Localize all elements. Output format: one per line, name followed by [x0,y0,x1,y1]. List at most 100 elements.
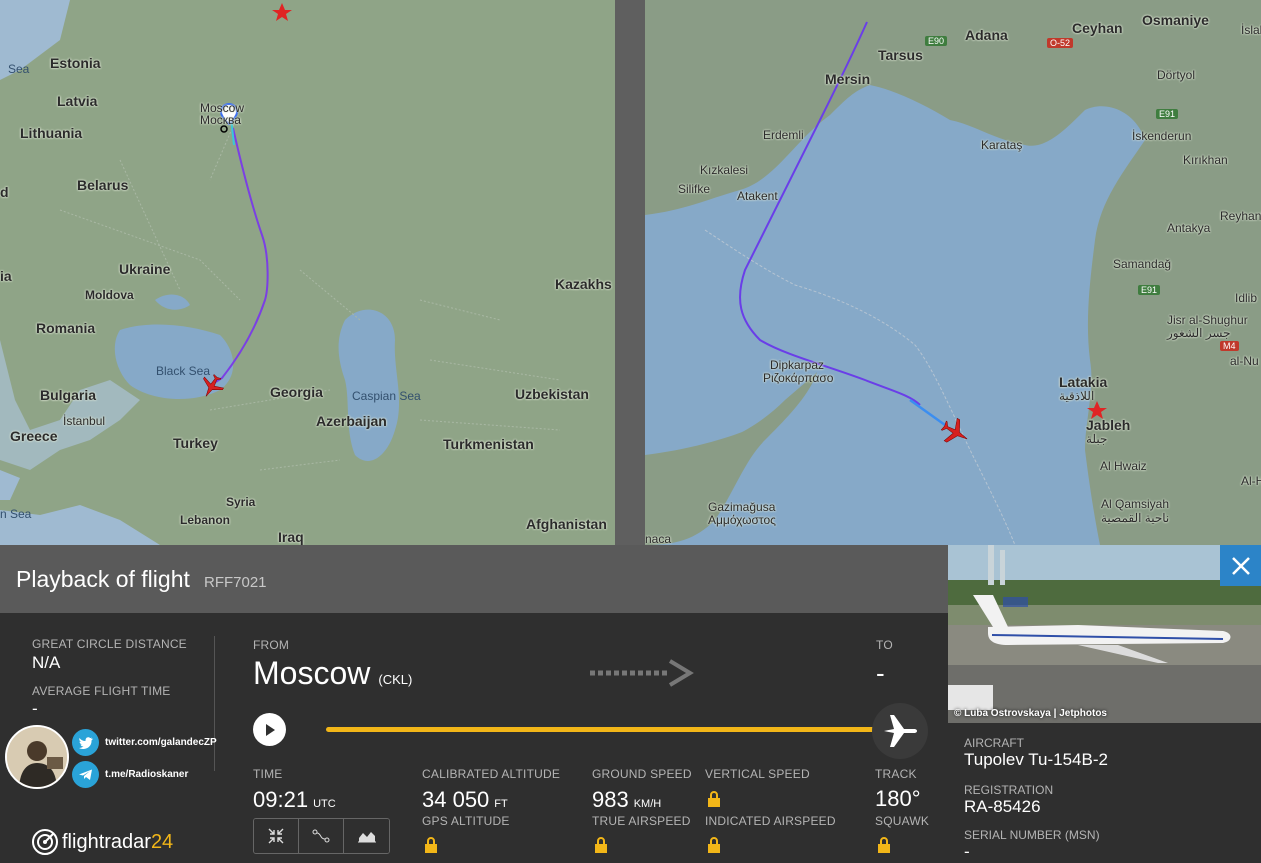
brand-number: 24 [150,830,174,853]
play-button[interactable] [253,713,286,746]
play-icon [265,723,275,736]
graph-icon [357,832,376,843]
time-number: 09:21 [253,787,309,812]
time-label: TIME [253,767,283,781]
map-overview-shapes [0,0,561,545]
map-label-latakia-ar: اللاذقية [1059,389,1095,403]
map-label-azerbaijan: Azerbaijan [316,413,387,429]
map-label-kazakhs: Kazakhs [555,276,612,292]
lock-icon [708,791,720,807]
map-label-jisr: Jisr al-Shughur [1167,313,1248,327]
twitter-link[interactable]: twitter.com/galandecZP [72,729,217,756]
ground-speed-unit: KM/H [633,798,662,810]
altitude-graph-button[interactable] [344,819,389,853]
map-label-ammochostos: Αμμόχωστος [708,513,776,527]
map-label-lithuania: Lithuania [20,125,83,141]
flightradar-logo[interactable]: flightradar 24 [32,829,173,855]
photo-credit: © Luba Ostrovskaya | Jetphotos [954,708,1107,719]
track-label: TRACK [875,767,917,781]
lock-icon [425,837,437,853]
map-label-edge-ia: ia [0,268,12,284]
to-label: TO [876,638,893,652]
map-label-jableh-ar: جبلة [1086,432,1108,446]
aircraft-photo[interactable]: © Luba Ostrovskaya | Jetphotos [948,545,1261,723]
time-value: 09:21 UTC [253,787,336,813]
cal-alt-number: 34 050 [422,787,490,812]
map-label-sea-bottom: n Sea [0,507,32,521]
compress-icon [268,828,284,844]
map-label-georgia: Georgia [270,384,323,400]
map-label-latakia: Latakia [1059,374,1108,390]
indicated-airspeed-label: INDICATED AIRSPEED [705,814,836,828]
ground-speed-number: 983 [592,787,629,812]
road-e90: E90 [925,36,948,46]
map-label-edge-d: d [0,184,9,200]
lock-icon [878,837,890,853]
twitter-icon [72,729,99,756]
map-label-iskenderun: İskenderun [1132,129,1192,143]
map-label-ukraine: Ukraine [119,261,171,277]
route-arrow-icon [590,659,694,687]
aircraft-value: Tupolev Tu-154B-2 [964,750,1108,769]
map-label-bulgaria: Bulgaria [40,387,97,403]
route-button[interactable] [299,819,344,853]
map-label-dortyol: Dörtyol [1157,68,1196,82]
map-label-syria: Syria [226,495,256,509]
twitter-handle: twitter.com/galandecZP [105,737,217,748]
to-value: - [876,658,885,688]
telegram-handle: t.me/Radioskaner [105,769,189,780]
map-label-alqamsiyah-ar: ناحية القمصية [1101,511,1170,525]
radar-icon [32,829,58,855]
map-label-iraq: Iraq [278,529,304,545]
aircraft-photo-image [948,545,1261,723]
map-detail[interactable]: Adana Osmaniye Ceyhan Tarsus Mersin Dört… [645,0,1261,545]
registration-label: REGISTRATION [964,783,1054,797]
from-label: FROM [253,638,290,652]
lock-icon [708,837,720,853]
map-label-jableh: Jableh [1086,417,1131,433]
map-divider [615,0,645,545]
timeline-plane-handle[interactable] [872,703,928,759]
map-overview[interactable]: Estonia Latvia Lithuania Belarus Ukraine… [0,0,615,545]
map-controls [253,818,390,854]
map-label-osmaniye: Osmaniye [1142,12,1209,28]
map-label-belarus: Belarus [77,177,129,193]
map-label-karatas: Karataş [981,138,1023,152]
from-airport[interactable]: Moscow (CKL) [253,655,412,692]
serial-label: SERIAL NUMBER (MSN) [964,828,1100,842]
map-label-adana: Adana [965,27,1008,43]
map-label-turkey: Turkey [173,435,218,451]
cal-alt-unit: FT [494,798,508,810]
route-icon [312,829,330,843]
great-circle-value: N/A [32,653,61,672]
close-button[interactable] [1220,545,1261,586]
fit-view-button[interactable] [254,819,299,853]
map-label-gazimagusa: Gazimağusa [708,500,776,514]
road-m4: M4 [1220,341,1239,351]
flight-callsign: RFF7021 [204,574,267,591]
from-code: (CKL) [378,672,413,687]
map-label-greece: Greece [10,428,58,444]
panel-title: Playback of flight [16,566,190,592]
map-label-jisr-ar: جسر الشغور [1167,326,1231,340]
cal-alt-label: CALIBRATED ALTITUDE [422,767,561,781]
map-label-alnu: al-Nu [1230,354,1259,368]
airplane-icon [884,715,917,747]
map-label-ceyhan: Ceyhan [1072,20,1123,36]
lock-icon [595,837,607,853]
map-label-turkmenistan: Turkmenistan [443,436,534,452]
playback-panel: Playback of flight RFF7021 GREAT CIRCLE … [0,545,948,863]
map-label-tarsus: Tarsus [878,47,923,63]
squawk-label: SQUAWK [875,814,930,828]
true-airspeed-label: TRUE AIRSPEED [592,814,691,828]
map-label-moldova: Moldova [85,288,134,302]
telegram-link[interactable]: t.me/Radioskaner [72,761,188,788]
brand-name: flightradar [62,830,151,853]
time-unit: UTC [313,798,336,810]
ground-speed-label: GROUND SPEED [592,767,692,781]
telegram-icon [72,761,99,788]
map-label-alqamsiyah: Al Qamsiyah [1101,497,1170,511]
playback-timeline[interactable] [326,727,882,732]
map-label-sea-top: Sea [8,62,30,76]
registration-value: RA-85426 [964,797,1041,816]
